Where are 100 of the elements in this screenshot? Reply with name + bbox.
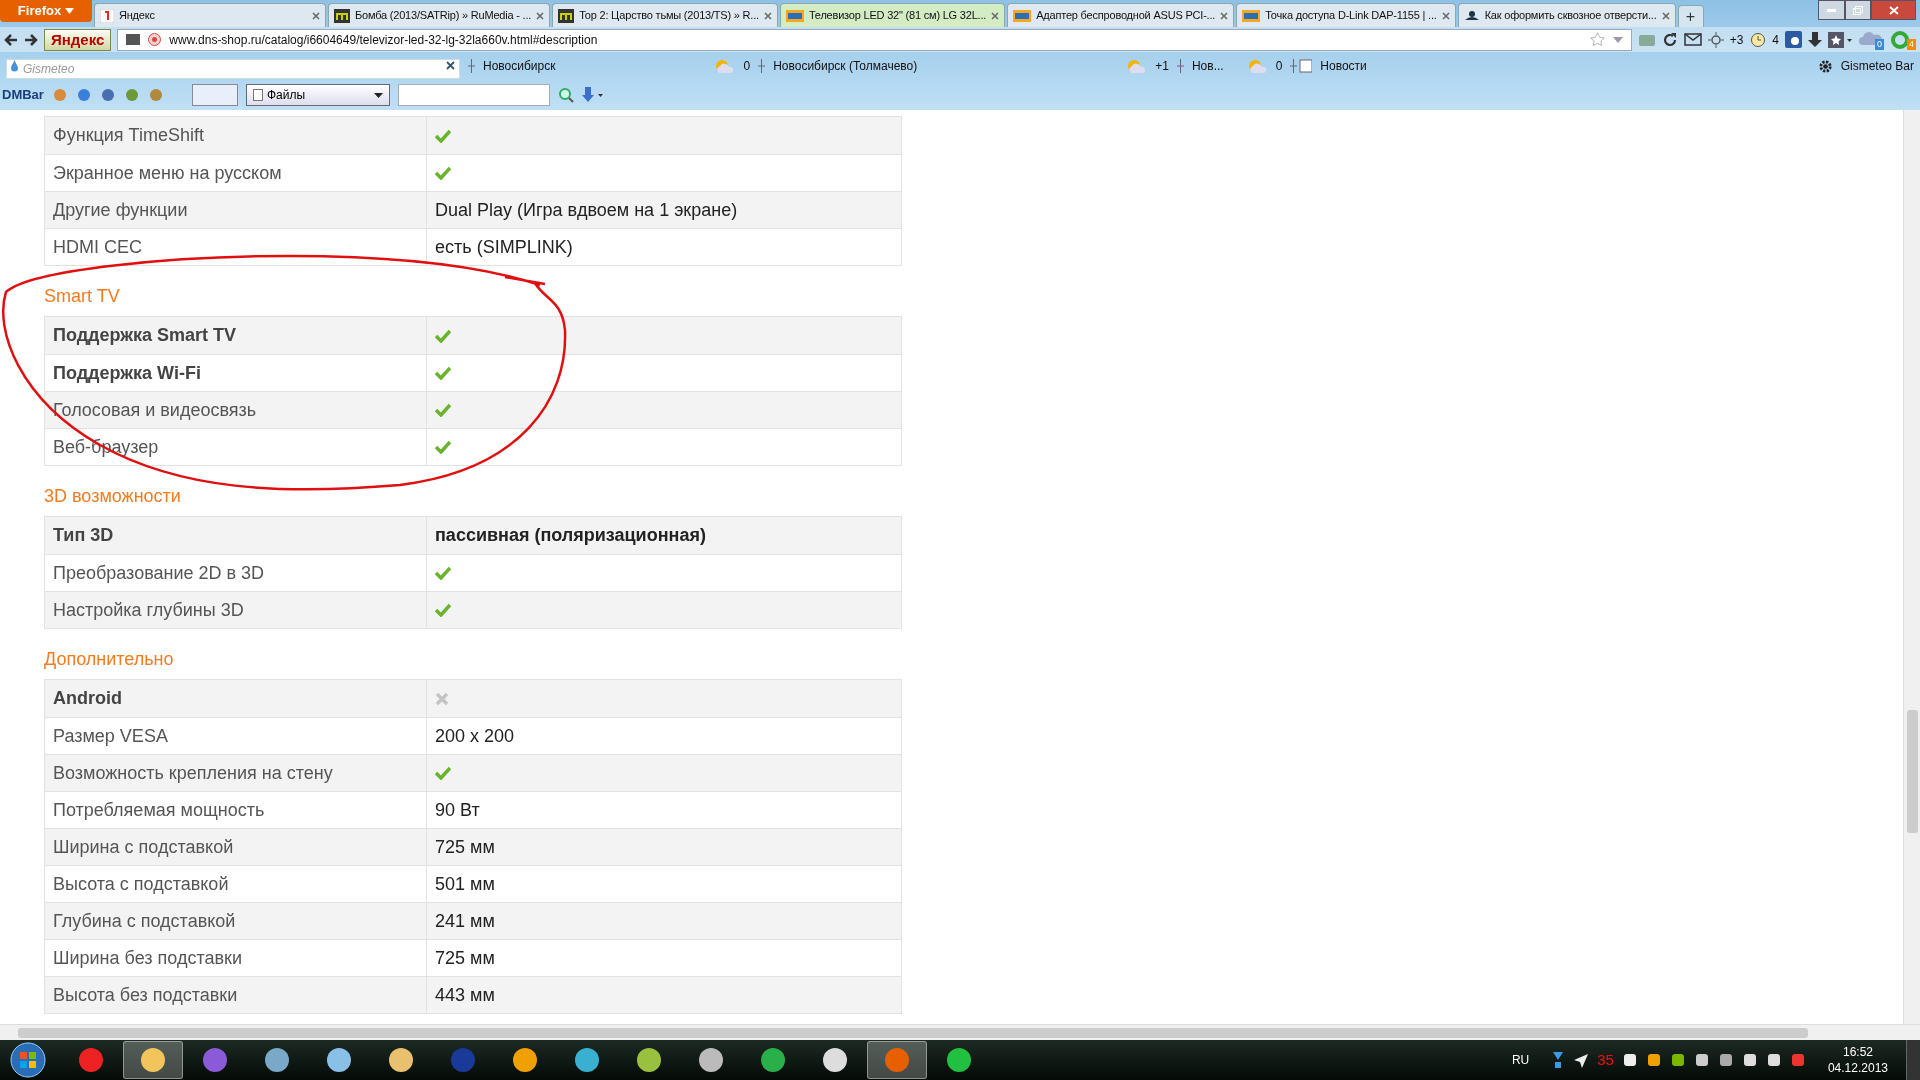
- spec-label: Преобразование 2D в 3D: [53, 561, 265, 585]
- close-icon[interactable]: [1661, 11, 1670, 20]
- temperature-reading: 0: [1275, 58, 1283, 75]
- gismeteo-bar-label[interactable]: Gismeteo Bar: [1840, 57, 1914, 75]
- site-logo-icon: [1242, 9, 1261, 22]
- toolbar-icon[interactable]: [75, 87, 92, 103]
- address-bar[interactable]: www.dns-shop.ru/catalog/i6604649/televizor-led-32-lg-32la660v.html#description: [117, 28, 1632, 51]
- spec-label: Потребляемая мощность: [53, 798, 265, 822]
- browser-tab[interactable]: Точка доступа D-Link DAP-1155 | ...: [1236, 3, 1456, 27]
- divider-handle-icon: [1176, 59, 1184, 73]
- divider-handle-icon: [758, 59, 766, 73]
- site-logo-icon: [334, 8, 350, 23]
- scrollbar-thumb[interactable]: [18, 1028, 1808, 1038]
- close-icon[interactable]: [312, 11, 320, 20]
- dropdown-arrow-icon[interactable]: [1612, 36, 1623, 43]
- spec-label: Высота без подставки: [53, 983, 238, 1007]
- clear-icon[interactable]: [446, 61, 455, 70]
- news-icon: [1290, 59, 1313, 73]
- spec-label: Голосовая и видеосвязь: [53, 398, 257, 422]
- site-logo-icon: [1013, 9, 1032, 22]
- new-tab-button[interactable]: +: [1677, 5, 1704, 27]
- spec-label: HDMI CEC: [53, 235, 142, 259]
- divider-handle-icon: [468, 59, 475, 73]
- bookmarks-icon[interactable]: [1828, 31, 1852, 48]
- tab-title: Яндекс: [119, 8, 156, 24]
- close-icon[interactable]: [1441, 11, 1450, 20]
- spec-label: Тип 3D: [53, 524, 114, 547]
- close-icon[interactable]: [1220, 11, 1229, 20]
- browser-tab[interactable]: Бомба (2013/SATRip) » RuMedia - ...: [328, 3, 551, 27]
- search-field[interactable]: [397, 84, 550, 106]
- tab-title: Адаптер беспроводной ASUS PCI-...: [1036, 8, 1216, 24]
- site-logo-icon: [558, 8, 575, 23]
- bookmark-star-icon[interactable]: [1589, 32, 1605, 47]
- search-icon[interactable]: [557, 87, 574, 103]
- horizontal-scrollbar[interactable]: [0, 1024, 1920, 1040]
- close-window-icon[interactable]: [1871, 0, 1916, 20]
- settings-icon[interactable]: [1817, 58, 1833, 74]
- caret-icon: [65, 8, 75, 14]
- browser-tab[interactable]: Яндекс: [94, 3, 326, 27]
- network-icon[interactable]: [1551, 1052, 1566, 1068]
- toolbar-icon[interactable]: [99, 87, 116, 103]
- temperature-reading: 0: [743, 58, 751, 75]
- language-indicator[interactable]: RU: [1511, 1051, 1530, 1069]
- news-link[interactable]: Новости: [1320, 57, 1367, 75]
- spec-label: Возможность крепления на стену: [53, 761, 333, 785]
- vertical-scrollbar[interactable]: [1903, 110, 1920, 1024]
- tab-title: Точка доступа D-Link DAP-1155 | ...: [1265, 8, 1437, 24]
- browser-tab[interactable]: Как оформить сквозное отверсти...: [1457, 3, 1676, 27]
- scrollbar-thumb[interactable]: [1907, 710, 1918, 833]
- caret-icon: [373, 92, 383, 98]
- minimize-icon[interactable]: [1818, 0, 1845, 20]
- files-dropdown[interactable]: Файлы: [245, 84, 390, 106]
- spec-label: Глубина с подставкой: [53, 909, 236, 933]
- close-icon[interactable]: [536, 11, 545, 20]
- city-name[interactable]: Новосибирск: [483, 57, 556, 75]
- dmbar-logo: DMBar: [2, 86, 44, 105]
- spec-label: Экранное меню на русском: [53, 161, 282, 185]
- reminder-count: 4: [1772, 31, 1779, 49]
- tab-title: Бомба (2013/SATRip) » RuMedia - ...: [355, 8, 532, 24]
- cloud-icon[interactable]: [1858, 29, 1884, 46]
- tray-counter[interactable]: 35: [1597, 1048, 1614, 1072]
- back-icon[interactable]: [4, 33, 18, 46]
- clock-icon[interactable]: [1749, 31, 1767, 48]
- sun-icon[interactable]: [1707, 31, 1724, 48]
- addon-icon[interactable]: [1785, 31, 1802, 48]
- restore-icon[interactable]: [1845, 0, 1871, 20]
- tab-title: Телевизор LED 32" (81 см) LG 32L...: [808, 8, 987, 24]
- reload-icon[interactable]: [1661, 31, 1678, 48]
- close-icon[interactable]: [991, 11, 1000, 20]
- section-title: 3D возможности: [44, 485, 182, 508]
- start-button-icon[interactable]: [10, 1042, 46, 1078]
- cloud-badge: 0: [1875, 38, 1884, 50]
- city-name[interactable]: Новосибирск (Толмачево): [773, 57, 918, 75]
- clock-date[interactable]: 04.12.2013: [1827, 1060, 1888, 1076]
- pointer-button[interactable]: [191, 84, 238, 106]
- gismeteo-search-field[interactable]: Gismeteo: [6, 59, 460, 79]
- spec-value: 501 мм: [435, 872, 495, 896]
- browser-tab[interactable]: Адаптер беспроводной ASUS PCI-...: [1007, 3, 1235, 27]
- spec-value: 90 Вт: [435, 798, 480, 822]
- browser-tab[interactable]: Тор 2: Царство тьмы (2013/TS) » R...: [552, 3, 778, 27]
- spec-value: 200 x 200: [435, 724, 515, 748]
- tab-title: Как оформить сквозное отверсти...: [1484, 8, 1657, 24]
- weather-icon: [713, 58, 736, 74]
- tab-title: Тор 2: Царство тьмы (2013/TS) » R...: [579, 8, 759, 24]
- browser-tab[interactable]: Телевизор LED 32" (81 см) LG 32L...: [779, 3, 1006, 27]
- mail-icon[interactable]: [1683, 33, 1702, 46]
- spec-label: Настройка глубины 3D: [53, 598, 244, 622]
- spec-value: 443 мм: [435, 983, 495, 1007]
- city-name[interactable]: Нов...: [1191, 57, 1224, 75]
- section-title: Дополнительно: [44, 648, 175, 671]
- forward-icon[interactable]: [24, 33, 38, 46]
- close-icon[interactable]: [763, 11, 772, 20]
- weather-icon: [1125, 58, 1148, 74]
- spec-value: Dual Play (Игра вдвоем на 1 экране): [435, 198, 738, 222]
- spec-label: Высота с подставкой: [53, 872, 229, 896]
- spec-value: 725 мм: [435, 835, 495, 859]
- clock-time[interactable]: 16:52: [1842, 1044, 1873, 1060]
- yandex-button[interactable]: Яндекс: [44, 28, 112, 51]
- spec-label: Размер VESA: [53, 724, 168, 748]
- section-title: Smart TV: [44, 285, 121, 308]
